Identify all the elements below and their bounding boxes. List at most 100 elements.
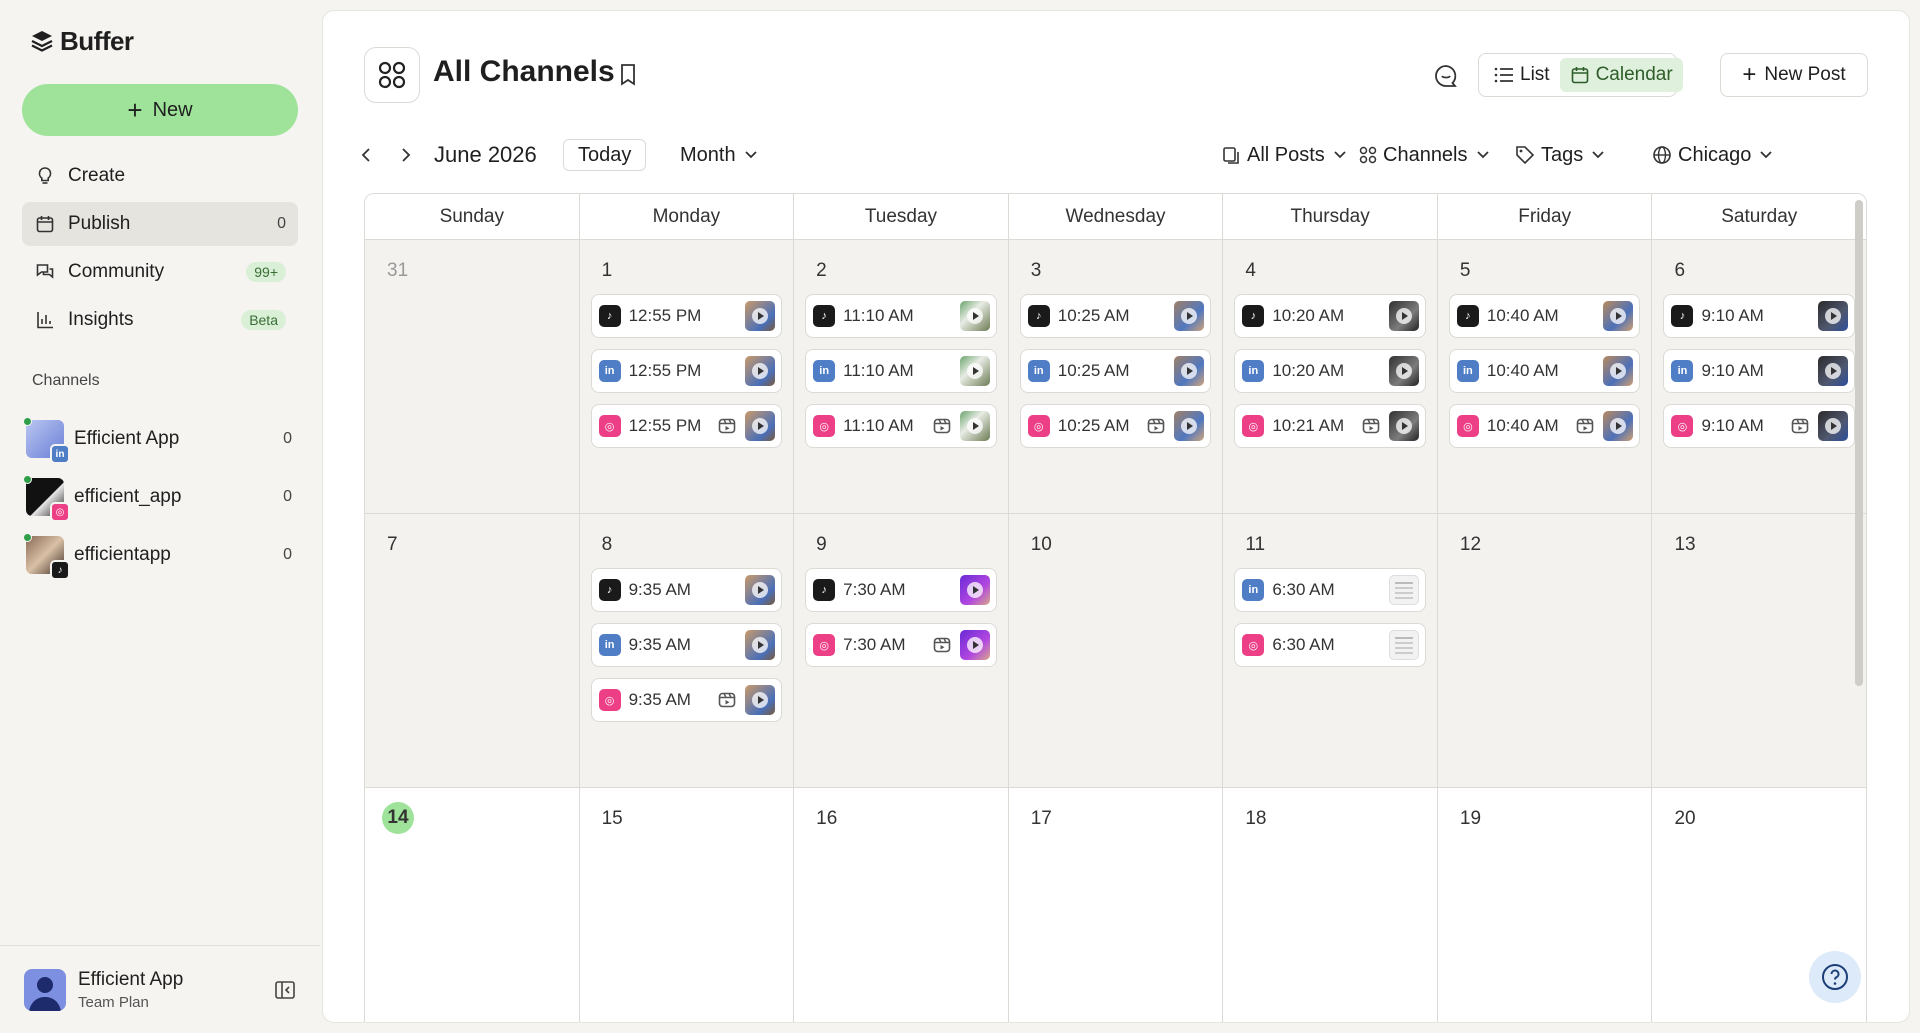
sidebar-item-insights[interactable]: Insights Beta [22,298,298,342]
date-number: 11 [1245,534,1266,555]
calendar-day-cell[interactable]: 15 [579,788,795,1022]
scheduled-post[interactable]: ◎ 10:21 AM [1234,404,1426,448]
calendar-day-cell[interactable]: 18 [1223,788,1438,1022]
calendar-day-cell[interactable]: 1 ♪ 12:55 PM in 12:55 PM ◎ 12:55 PM [579,240,795,513]
post-time: 6:30 AM [1272,635,1335,654]
scrollbar[interactable] [1855,200,1863,686]
all-posts-filter[interactable]: All Posts [1221,135,1347,175]
calendar-day-cell[interactable]: 9 ♪ 7:30 AM ◎ 7:30 AM [794,514,1009,787]
tiktok-icon: ♪ [1671,305,1694,327]
user-plan: Team Plan [78,993,149,1011]
calendar-day-cell[interactable]: 2 ♪ 11:10 AM in 11:10 AM ◎ 11:10 AM [794,240,1009,513]
scheduled-post[interactable]: ♪ 9:35 AM [590,568,783,612]
scheduled-post[interactable]: ◎ 9:10 AM [1663,404,1856,448]
user-account-bar[interactable]: Efficient App Team Plan [0,945,320,1033]
scheduled-post[interactable]: in 12:55 PM [590,349,783,393]
tags-filter[interactable]: Tags [1515,135,1605,175]
weekday-label: Monday [580,194,795,239]
scheduled-post[interactable]: ♪ 9:10 AM [1663,294,1856,338]
scheduled-post[interactable]: in 6:30 AM [1234,568,1426,612]
next-month-button[interactable] [399,135,413,175]
calendar-day-cell[interactable]: 19 [1437,788,1653,1022]
scheduled-post[interactable]: in 10:20 AM [1234,349,1426,393]
previous-month-button[interactable] [359,135,373,175]
calendar-day-cell[interactable]: 11 in 6:30 AM ◎ 6:30 AM [1223,514,1438,787]
scheduled-post[interactable]: ♪ 12:55 PM [590,294,783,338]
calendar-day-cell[interactable]: 5 ♪ 10:40 AM in 10:40 AM ◎ 10:40 AM [1437,240,1653,513]
instagram-icon: ◎ [1242,415,1265,437]
all-channels-icon [364,47,420,103]
play-icon [1825,308,1842,324]
calendar-day-cell[interactable]: 31 [365,240,580,513]
post-time: 12:55 PM [628,416,702,435]
view-toggle: List Calendar [1478,53,1683,97]
calendar-day-cell[interactable]: 10 [1008,514,1224,787]
calendar-day-cell[interactable]: 3 ♪ 10:25 AM in 10:25 AM ◎ 10:25 AM [1008,240,1224,513]
play-icon [966,418,983,434]
channel-name: efficient_app [74,486,182,507]
calendar-day-cell[interactable]: 17 [1008,788,1224,1022]
scheduled-post[interactable]: in 10:25 AM [1019,349,1212,393]
date-number: 31 [387,260,409,281]
post-time: 7:30 AM [843,580,906,599]
calendar-day-cell[interactable]: 12 [1437,514,1653,787]
bookmark-icon[interactable] [617,63,639,87]
today-button[interactable]: Today [563,139,647,171]
scheduled-post[interactable]: ◎ 10:40 AM [1448,404,1641,448]
play-icon [752,582,769,598]
post-time: 10:40 AM [1486,361,1559,380]
scheduled-post[interactable]: ◎ 6:30 AM [1234,623,1426,667]
scheduled-post[interactable]: ◎ 7:30 AM [805,623,997,667]
scheduled-post[interactable]: ◎ 12:55 PM [590,404,783,448]
calendar-day-cell[interactable]: 13 [1652,514,1866,787]
scheduled-post[interactable]: ♪ 11:10 AM [805,294,997,338]
scheduled-post[interactable]: ◎ 10:25 AM [1019,404,1212,448]
calendar-day-cell[interactable]: 7 [365,514,580,787]
tiktok-icon: ♪ [813,579,836,601]
scheduled-post[interactable]: in 10:40 AM [1448,349,1641,393]
sidebar-item-create[interactable]: Create [22,154,298,198]
channel-item-tiktok[interactable]: ♪ efficientapp 0 [23,526,298,584]
calendar-view-button[interactable]: Calendar [1559,58,1683,92]
collapse-sidebar-icon[interactable] [274,979,296,1001]
channel-item-linkedin[interactable]: in Efficient App 0 [23,410,298,468]
new-button[interactable]: + New [22,84,298,136]
post-time: 10:20 AM [1272,361,1345,380]
instagram-icon: ◎ [1242,634,1265,656]
calendar-day-cell[interactable]: 14 [365,788,580,1022]
range-dropdown[interactable]: Month [680,135,758,175]
scheduled-post[interactable]: in 9:35 AM [590,623,783,667]
channel-avatar: in [23,417,70,464]
scheduled-post[interactable]: ♪ 7:30 AM [805,568,997,612]
calendar-day-cell[interactable]: 4 ♪ 10:20 AM in 10:20 AM ◎ 10:21 AM [1223,240,1438,513]
post-time: 10:21 AM [1272,416,1345,435]
scheduled-post[interactable]: ◎ 11:10 AM [805,404,997,448]
help-button[interactable] [1809,951,1861,1003]
feedback-icon[interactable] [1433,63,1459,89]
channels-filter[interactable]: Channels [1359,135,1490,175]
post-list: ♪ 10:25 AM in 10:25 AM ◎ 10:25 AM [1019,294,1212,459]
play-icon [1825,418,1842,434]
channel-item-instagram[interactable]: ◎ efficient_app 0 [23,468,298,526]
all-posts-label: All Posts [1247,143,1325,166]
sidebar-item-community[interactable]: Community 99+ [22,250,298,294]
calendar-day-cell[interactable]: 8 ♪ 9:35 AM in 9:35 AM ◎ 9:35 AM [579,514,795,787]
reel-icon [1577,418,1594,434]
list-view-button[interactable]: List [1484,58,1560,92]
new-post-button[interactable]: + New Post [1720,53,1868,97]
buffer-logo[interactable]: Buffer [30,24,134,58]
scheduled-post[interactable]: in 9:10 AM [1663,349,1856,393]
play-icon [1395,363,1412,379]
scheduled-post[interactable]: in 11:10 AM [805,349,997,393]
scheduled-post[interactable]: ♪ 10:20 AM [1234,294,1426,338]
scheduled-post[interactable]: ◎ 9:35 AM [590,678,783,722]
scheduled-post[interactable]: ♪ 10:40 AM [1448,294,1641,338]
calendar-day-cell[interactable]: 6 ♪ 9:10 AM in 9:10 AM ◎ 9:10 AM [1652,240,1866,513]
range-label: Month [680,143,736,166]
post-thumbnail [745,630,776,660]
calendar-toolbar: June 2026 Today Month All Posts Channels… [359,135,1869,175]
timezone-dropdown[interactable]: Chicago [1652,135,1773,175]
scheduled-post[interactable]: ♪ 10:25 AM [1019,294,1212,338]
calendar-day-cell[interactable]: 16 [794,788,1009,1022]
sidebar-item-publish[interactable]: Publish 0 [22,202,298,246]
